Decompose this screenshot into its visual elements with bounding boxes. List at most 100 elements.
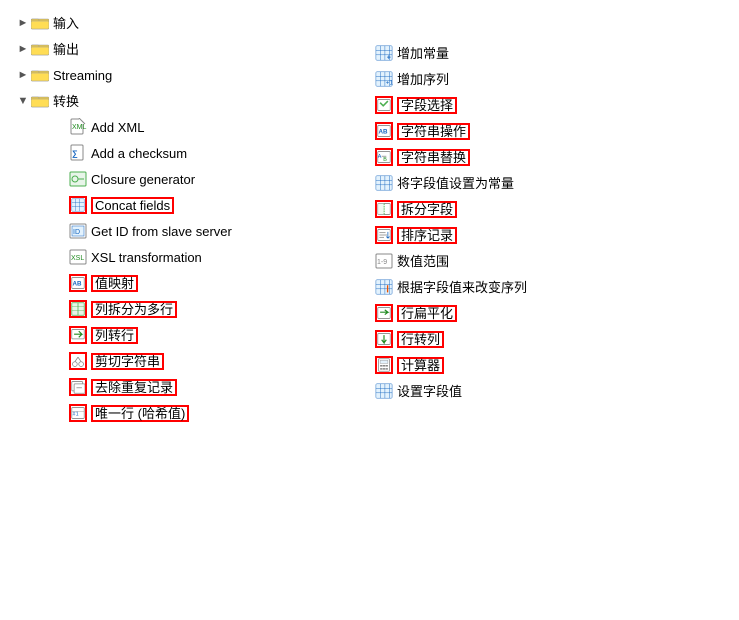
closure-gen-label: Closure generator (91, 173, 195, 186)
right-item-split-field[interactable]: 拆分字段 (375, 196, 715, 222)
expand-icon-streaming[interactable]: ► (15, 67, 31, 83)
expand-icon-output[interactable]: ► (15, 41, 31, 57)
svg-text:AB: AB (73, 280, 82, 287)
string-replace-label: 字符串替换 (397, 149, 470, 166)
right-item-field-select[interactable]: 字段选择 (375, 92, 715, 118)
sort-records-icon (375, 226, 393, 244)
tree-item-streaming[interactable]: ► Streaming (15, 62, 375, 88)
tree-item-concat-fields[interactable]: Concat fields (15, 192, 375, 218)
right-item-calculator[interactable]: 计算器 (375, 352, 715, 378)
streaming-label: Streaming (53, 69, 112, 82)
right-item-numeric-range[interactable]: 1-9 数值范围 (375, 248, 715, 274)
remove-dup-label: 去除重复记录 (91, 379, 177, 396)
input-label: 输入 (53, 17, 79, 30)
add-constant-label: 增加常量 (397, 47, 449, 60)
xsl-transform-icon: XSL (69, 248, 87, 266)
set-field-val-label: 设置字段值 (397, 385, 462, 398)
svg-text:+1: +1 (386, 79, 393, 86)
svg-text:#1: #1 (73, 411, 79, 417)
unique-row-icon: #1 (69, 404, 87, 422)
svg-text:+: + (387, 52, 391, 61)
concat-fields-icon (69, 196, 87, 214)
right-item-row-to-col[interactable]: 行转列 (375, 326, 715, 352)
tree-item-remove-dup[interactable]: 去除重复记录 (15, 374, 375, 400)
tree-item-unique-row[interactable]: #1 唯一行 (哈希值) (15, 400, 375, 426)
get-id-label: Get ID from slave server (91, 225, 232, 238)
set-field-const-icon (375, 174, 393, 192)
cut-string-label: 剪切字符串 (91, 353, 164, 370)
svg-text:XSL: XSL (71, 255, 84, 262)
svg-text:XML: XML (72, 124, 87, 131)
expand-icon-input[interactable]: ► (15, 15, 31, 31)
change-seq-icon (375, 278, 393, 296)
add-sequence-icon: +1 (375, 70, 393, 88)
split-col-rows-icon (69, 300, 87, 318)
tree-item-transform[interactable]: ▼ 转换 (15, 88, 375, 114)
svg-text:A: A (378, 154, 382, 160)
right-item-string-replace[interactable]: A B 字符串替换 (375, 144, 715, 170)
field-select-icon (375, 96, 393, 114)
tree-item-col-to-row[interactable]: 列转行 (15, 322, 375, 348)
tree-item-input[interactable]: ► 输入 (15, 10, 375, 36)
add-checksum-label: Add a checksum (91, 147, 187, 160)
closure-gen-icon (69, 170, 87, 188)
right-item-add-sequence[interactable]: +1 增加序列 (375, 66, 715, 92)
split-field-icon (375, 200, 393, 218)
split-field-label: 拆分字段 (397, 201, 457, 218)
string-ops-label: 字符串操作 (397, 123, 470, 140)
folder-icon-streaming (31, 68, 49, 82)
output-label: 输出 (53, 43, 79, 56)
remove-dup-icon (69, 378, 87, 396)
tree-item-cut-string[interactable]: 剪切字符串 (15, 348, 375, 374)
cut-string-icon (69, 352, 87, 370)
left-panel: ► 输入 ► 输出 ► (15, 10, 375, 426)
right-item-set-field-val[interactable]: 设置字段值 (375, 378, 715, 404)
svg-text:B: B (383, 157, 387, 163)
folder-icon-output (31, 42, 49, 56)
tree-item-split-col-rows[interactable]: 列拆分为多行 (15, 296, 375, 322)
string-ops-icon: AB (375, 122, 393, 140)
right-item-string-ops[interactable]: AB 字符串操作 (375, 118, 715, 144)
col-to-row-label: 列转行 (91, 327, 138, 344)
calculator-icon (375, 356, 393, 374)
col-to-row-icon (69, 326, 87, 344)
folder-icon-input (31, 16, 49, 30)
set-field-const-label: 将字段值设置为常量 (397, 177, 514, 190)
tree-item-output[interactable]: ► 输出 (15, 36, 375, 62)
numeric-range-icon: 1-9 (375, 252, 393, 270)
value-map-icon: AB (69, 274, 87, 292)
row-to-col-label: 行转列 (397, 331, 444, 348)
transform-label: 转换 (53, 95, 79, 108)
split-col-rows-label: 列拆分为多行 (91, 301, 177, 318)
row-to-col-icon (375, 330, 393, 348)
field-select-label: 字段选择 (397, 97, 457, 114)
right-item-sort-records[interactable]: 排序记录 (375, 222, 715, 248)
expand-icon-transform[interactable]: ▼ (15, 93, 31, 109)
tree-item-xsl-transform[interactable]: XSL XSL transformation (15, 244, 375, 270)
right-panel: + 增加常量 +1 增加序列 (375, 10, 715, 426)
tree-item-add-checksum[interactable]: ∑ Add a checksum (15, 140, 375, 166)
string-replace-icon: A B (375, 148, 393, 166)
tree-item-get-id[interactable]: ID Get ID from slave server (15, 218, 375, 244)
add-constant-icon: + (375, 44, 393, 62)
xsl-transform-label: XSL transformation (91, 251, 202, 264)
tree-item-value-map[interactable]: AB 值映射 (15, 270, 375, 296)
right-item-row-flatten[interactable]: 行扁平化 (375, 300, 715, 326)
unique-row-label: 唯一行 (哈希值) (91, 405, 189, 422)
folder-icon-transform (31, 94, 49, 108)
right-item-add-constant[interactable]: + 增加常量 (375, 40, 715, 66)
svg-text:AB: AB (379, 128, 388, 135)
right-item-change-seq[interactable]: 根据字段值来改变序列 (375, 274, 715, 300)
right-item-set-field-const[interactable]: 将字段值设置为常量 (375, 170, 715, 196)
change-seq-label: 根据字段值来改变序列 (397, 281, 527, 294)
svg-text:ID: ID (73, 229, 80, 236)
numeric-range-label: 数值范围 (397, 255, 449, 268)
row-flatten-label: 行扁平化 (397, 305, 457, 322)
main-container: ► 输入 ► 输出 ► (15, 10, 724, 426)
tree-item-add-xml[interactable]: XML Add XML (15, 114, 375, 140)
tree-item-closure-gen[interactable]: Closure generator (15, 166, 375, 192)
add-xml-icon: XML (69, 118, 87, 136)
add-sequence-label: 增加序列 (397, 73, 449, 86)
set-field-val-icon (375, 382, 393, 400)
calculator-label: 计算器 (397, 357, 444, 374)
